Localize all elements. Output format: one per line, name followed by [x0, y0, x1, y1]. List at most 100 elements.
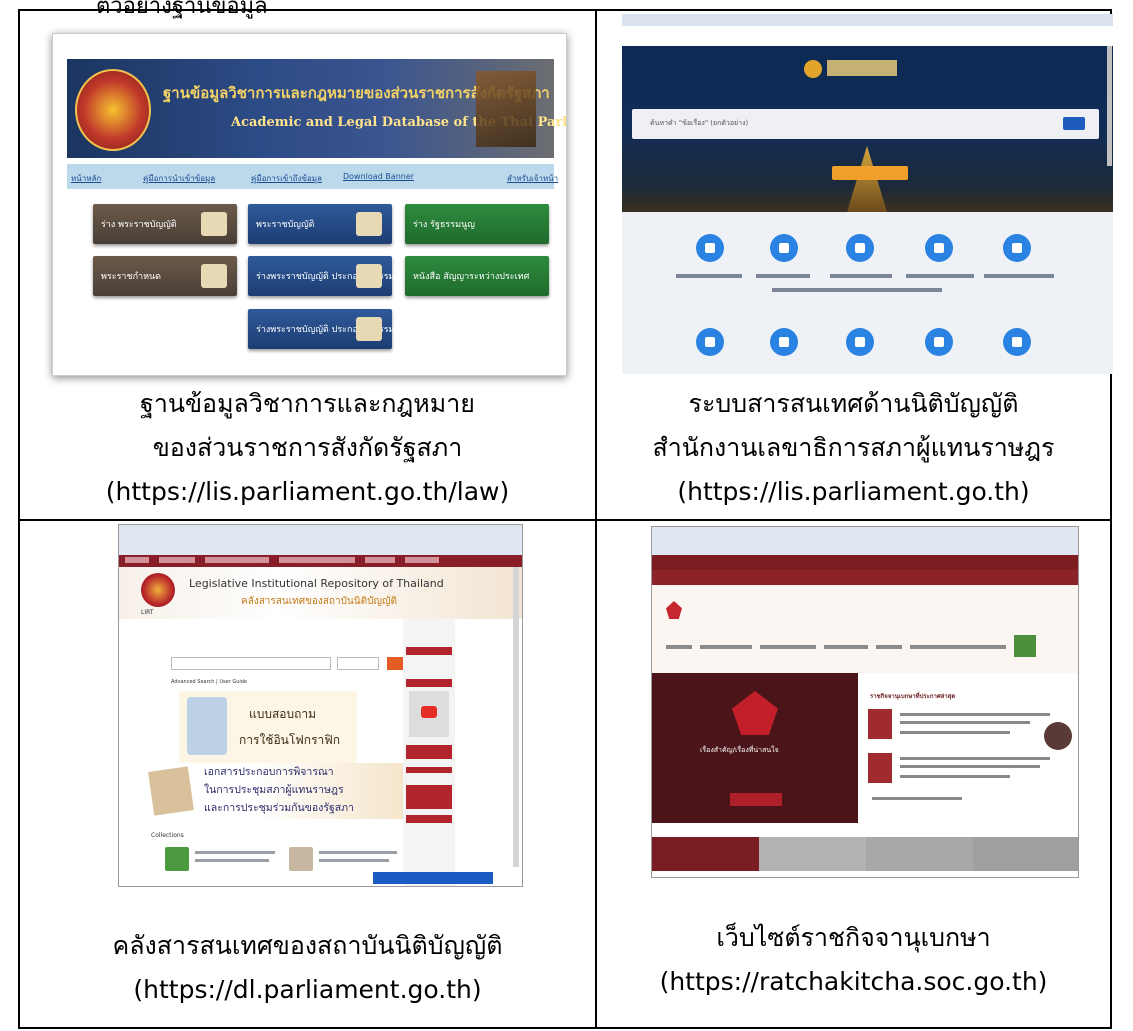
tab[interactable]	[759, 837, 866, 871]
gazette-text	[900, 757, 1050, 760]
menu-item[interactable]	[910, 645, 1006, 649]
tile-act[interactable]: พระราชบัญญัติ	[248, 204, 392, 244]
service-icon[interactable]	[846, 328, 874, 356]
lis-category-button[interactable]	[832, 166, 908, 180]
browser-chrome	[652, 527, 1078, 555]
browser-address-bar	[622, 26, 1113, 36]
sidebar-block[interactable]	[406, 647, 452, 655]
dl-survey-banner[interactable]: แบบสอบถาม การใช้อินโฟกราฟิก	[179, 691, 357, 763]
scrollbar[interactable]	[513, 567, 519, 867]
menu-item[interactable]	[824, 645, 868, 649]
service-label	[772, 288, 942, 292]
gazette-text	[900, 775, 1010, 778]
dl-documents-banner[interactable]: เอกสารประกอบการพิจารณา ในการประชุมสภาผู้…	[131, 763, 435, 819]
gavel-icon	[476, 71, 536, 147]
chat-online-bar[interactable]	[373, 872, 493, 884]
scroll-icon	[356, 212, 382, 236]
nav-link-download-banner[interactable]: Download Banner	[343, 172, 414, 181]
collection-text	[319, 859, 389, 862]
nav-item[interactable]	[125, 557, 149, 563]
sidebar-block[interactable]	[406, 767, 452, 773]
sidebar-block[interactable]	[406, 679, 452, 687]
service-icon[interactable]	[770, 234, 798, 262]
grid-cell-lis: ค้นหาคำ "ข้อเรื่อง" (ยกตัวอย่าง) ระบบสาร…	[595, 9, 1113, 521]
tile-organic-draft[interactable]: ร่างพระราชบัญญัติ ประกอบรัฐธรรมนูญ	[248, 256, 408, 296]
video-thumbnail[interactable]	[409, 691, 449, 737]
tile-organic-act[interactable]: ร่างพระราชบัญญัติ ประกอบรัฐธรรมนูญ	[248, 309, 408, 349]
scrollbar[interactable]	[1107, 46, 1112, 166]
lis-service-icons	[622, 212, 1113, 374]
tab[interactable]	[973, 837, 1078, 871]
nav-link-home[interactable]: หน้าหลัก	[71, 172, 101, 185]
sidebar-block[interactable]	[406, 785, 452, 809]
tile-royal-decree[interactable]: พระราชกำหนด	[93, 256, 237, 296]
tile-draft-constitution[interactable]: ร่าง รัฐธรรมนูญ	[405, 204, 549, 244]
nav-item[interactable]	[205, 557, 269, 563]
menu-item[interactable]	[760, 645, 816, 649]
ratchakitcha-subbar	[652, 570, 1078, 585]
caption-ratchakitcha: เว็บไซต์ราชกิจจานุเบกษา (https://ratchak…	[659, 923, 1048, 996]
dl-title-en: Legislative Institutional Repository of …	[189, 577, 444, 590]
nav-item[interactable]	[279, 557, 355, 563]
ratchakitcha-feature[interactable]: เรื่องสำคัญ/เรื่องที่น่าสนใจ	[652, 673, 858, 823]
gazette-text	[900, 721, 1030, 724]
collection-text	[195, 859, 269, 862]
sidebar-block[interactable]	[406, 745, 452, 759]
service-icon[interactable]	[696, 328, 724, 356]
gazette-thumbnail[interactable]	[868, 753, 892, 783]
floating-action-button[interactable]	[1044, 722, 1072, 750]
browser-chrome	[119, 525, 522, 555]
service-icon[interactable]	[1003, 234, 1031, 262]
lis-search-button[interactable]	[1063, 117, 1085, 130]
nav-item[interactable]	[159, 557, 195, 563]
grid-cell-ratchakitcha: เรื่องสำคัญ/เรื่องที่น่าสนใจ ราชกิจจานุเ…	[595, 519, 1112, 1029]
lis-search-input[interactable]: ค้นหาคำ "ข้อเรื่อง" (ยกตัวอย่าง)	[650, 118, 748, 129]
sidebar-block[interactable]	[406, 815, 452, 823]
tab[interactable]	[866, 837, 973, 871]
nav-link-staff[interactable]: สำหรับเจ้าหน้า	[507, 172, 558, 185]
dl-search-select[interactable]	[337, 657, 379, 670]
service-icon[interactable]	[925, 328, 953, 356]
tab[interactable]	[652, 837, 759, 871]
gazette-text	[900, 765, 1040, 768]
dl-search-input[interactable]	[171, 657, 331, 670]
nav-link-access-guide[interactable]: คู่มือการเข้าถึงข้อมูล	[251, 172, 322, 185]
lis-hero: ค้นหาคำ "ข้อเรื่อง" (ยกตัวอย่าง)	[622, 46, 1113, 212]
tile-treaty[interactable]: หนังสือ สัญญาระหว่างประเทศ	[405, 256, 549, 296]
menu-item[interactable]	[666, 645, 692, 649]
collection-icon[interactable]	[165, 847, 189, 871]
browser-tab-bar	[622, 14, 1113, 26]
collection-text	[195, 851, 275, 854]
gazette-thumbnail[interactable]	[868, 709, 892, 739]
service-icon[interactable]	[696, 234, 724, 262]
menu-item[interactable]	[876, 645, 902, 649]
document-icon	[148, 766, 194, 816]
nav-item[interactable]	[365, 557, 395, 563]
dl-advanced-search-link[interactable]: Advanced Search | User Guide	[171, 679, 247, 685]
service-icon[interactable]	[770, 328, 798, 356]
service-label	[906, 274, 974, 278]
service-icon[interactable]	[846, 234, 874, 262]
law-database-banner: ฐานข้อมูลวิชาการและกฎหมายของส่วนราชการสั…	[67, 59, 566, 158]
house-logo-text	[827, 60, 897, 76]
parliament-seal-icon	[141, 573, 175, 607]
service-icon[interactable]	[925, 234, 953, 262]
caption-lis: ระบบสารสนเทศด้านนิติบัญญัติ สำนักงานเลขา…	[652, 389, 1055, 506]
service-label	[830, 274, 892, 278]
survey-image	[187, 697, 227, 755]
dl-sidebar	[403, 619, 455, 886]
gazette-text	[900, 731, 1010, 734]
tile-draft-act[interactable]: ร่าง พระราชบัญญัติ	[93, 204, 237, 244]
collection-icon[interactable]	[289, 847, 313, 871]
ratchakitcha-latest: ราชกิจจานุเบกษาที่ประกาศล่าสุด	[862, 673, 1078, 823]
ratchakitcha-header	[652, 585, 1078, 673]
menu-item[interactable]	[700, 645, 752, 649]
lis-search-bar[interactable]: ค้นหาคำ "ข้อเรื่อง" (ยกตัวอย่าง)	[632, 109, 1099, 139]
house-logo-icon	[804, 60, 822, 78]
nav-link-import-guide[interactable]: คู่มือการนำเข้าข้อมูล	[143, 172, 215, 185]
caption-law-database: ฐานข้อมูลวิชาการและกฎหมาย ของส่วนราชการส…	[105, 389, 510, 506]
nav-item[interactable]	[405, 557, 439, 563]
service-icon[interactable]	[1003, 328, 1031, 356]
feature-button[interactable]	[730, 793, 782, 806]
dl-header: LIRT Legislative Institutional Repositor…	[119, 567, 522, 619]
